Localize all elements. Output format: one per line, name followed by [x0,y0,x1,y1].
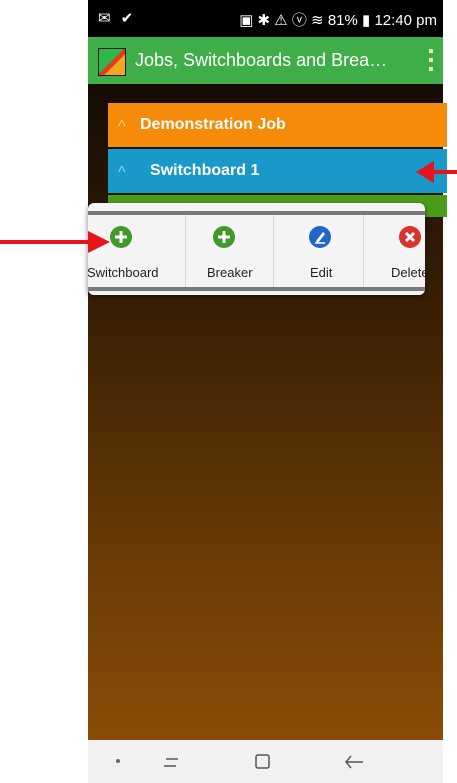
tree-content: ^ Demonstration Job ^ Switchboard 1 [88,84,447,740]
battery-percent: 81% [327,12,358,29]
back-icon[interactable] [343,752,365,772]
chevron-up-icon[interactable]: ^ [118,118,126,136]
status-left-icons: ✉ ✔ [98,10,137,27]
battery-icon: ▮ [362,12,371,29]
edit-button[interactable]: Edit [275,215,365,287]
switchboard-row[interactable]: ^ Switchboard 1 [108,149,447,193]
app-bar: Jobs, Switchboards and Brea… [88,37,443,84]
switchboard-label: Switchboard 1 [150,162,260,179]
switchboard-action-label: Switchboard [88,265,159,280]
job-label: Demonstration Job [140,116,286,133]
edit-icon [309,226,331,248]
add-icon [213,226,235,248]
app-title: Jobs, Switchboards and Brea… [135,50,388,70]
nav-dot-icon[interactable] [114,757,122,765]
popup-divider [363,215,364,287]
status-icons: ▣ ✱ ⚠ ⓥ ≋ [239,12,324,29]
annotation-arrow-right [416,161,457,183]
delete-button[interactable]: Delete [365,215,425,287]
nav-bar [88,740,443,783]
status-right: ▣ ✱ ⚠ ⓥ ≋ 81% ▮ 12:40 pm [239,9,437,30]
edit-action-label: Edit [310,265,333,280]
chevron-up-icon[interactable]: ^ [118,164,126,182]
power-logo-icon [98,48,126,76]
add-icon [110,226,132,248]
add-breaker-button[interactable]: Breaker [187,215,277,287]
breaker-action-label: Breaker [207,265,253,280]
phone-screen: ✉ ✔ ▣ ✱ ⚠ ⓥ ≋ 81% ▮ 12:40 pm Jobs, Switc… [88,0,447,783]
home-icon[interactable] [253,752,273,772]
status-bar: ✉ ✔ ▣ ✱ ⚠ ⓥ ≋ 81% ▮ 12:40 pm [88,0,443,37]
delete-icon [399,226,421,248]
delete-action-label: Delete [391,265,425,280]
clock: 12:40 pm [374,12,437,29]
popup-bottom-border [88,287,425,291]
recent-apps-icon[interactable] [162,752,182,772]
job-row[interactable]: ^ Demonstration Job [108,103,447,147]
annotation-arrow-left [0,231,110,253]
popup-divider [273,215,274,287]
overflow-menu-icon[interactable] [419,37,443,84]
action-popup: Switchboard Breaker Edit Delete [88,203,425,295]
popup-divider [185,215,186,287]
